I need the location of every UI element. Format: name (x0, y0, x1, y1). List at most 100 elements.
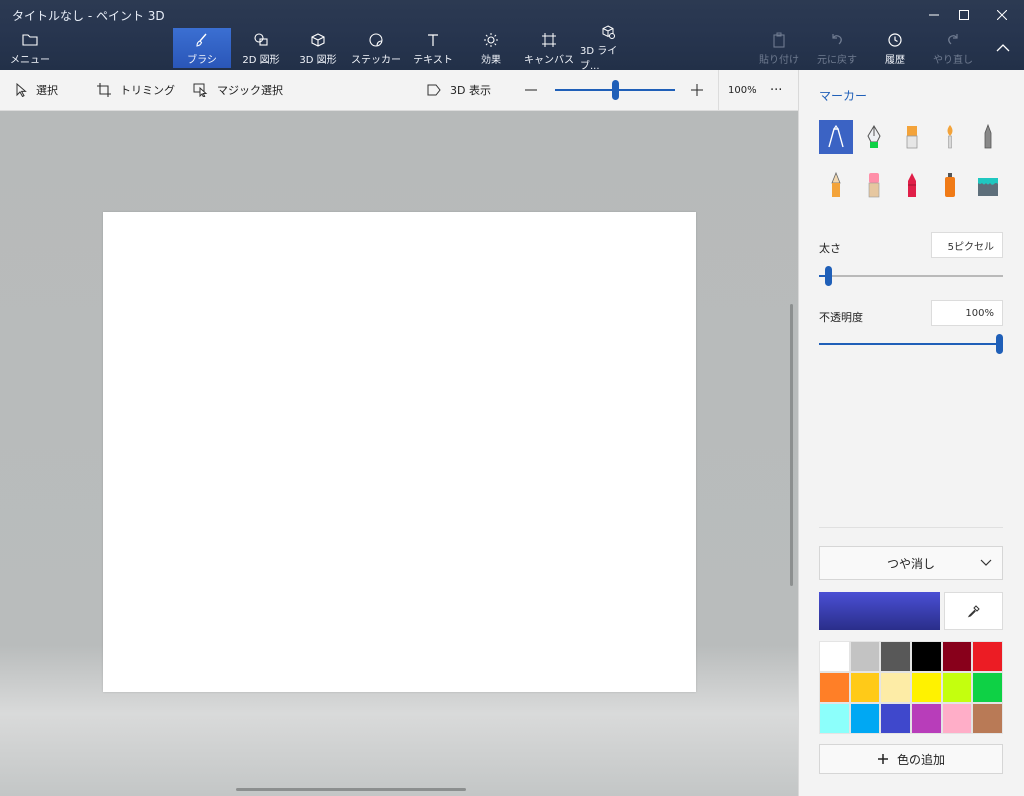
opacity-slider[interactable] (819, 334, 1003, 354)
panel-title: マーカー (819, 89, 868, 103)
color-swatch[interactable] (849, 641, 881, 672)
watercolor-brush[interactable] (933, 120, 967, 154)
text-icon (425, 31, 441, 49)
color-swatch[interactable] (972, 641, 1003, 672)
thickness-label: 太さ (819, 242, 841, 255)
drawing-canvas[interactable] (103, 212, 696, 692)
tab-stickers[interactable]: ステッカー (348, 28, 404, 68)
crop-icon (97, 83, 111, 97)
redo-button[interactable]: やり直し (928, 28, 978, 68)
thickness-track (819, 275, 1003, 277)
tab-label: 2D 図形 (242, 54, 280, 66)
tab-2d-shapes[interactable]: 2D 図形 (233, 28, 289, 68)
color-swatch[interactable] (910, 672, 942, 703)
undo-button[interactable]: 元に戻す (812, 28, 862, 68)
undo-label: 元に戻す (817, 54, 857, 66)
color-swatch[interactable] (941, 641, 973, 672)
horizontal-scrollbar[interactable] (236, 788, 466, 791)
folder-icon (22, 31, 38, 49)
panel-divider (819, 527, 1003, 528)
tab-effects[interactable]: 効果 (463, 28, 519, 68)
color-swatch[interactable] (972, 672, 1003, 703)
more-options-button[interactable]: ··· (770, 70, 782, 110)
calligraphy-pen-icon (867, 125, 881, 148)
paste-button[interactable]: 貼り付け (756, 28, 802, 68)
color-swatch[interactable] (910, 641, 942, 672)
color-swatch[interactable] (910, 703, 942, 734)
opacity-thumb[interactable] (996, 334, 1003, 354)
thickness-thumb[interactable] (824, 266, 832, 286)
paste-label: 貼り付け (759, 54, 799, 66)
opacity-input[interactable]: 100% (931, 300, 1003, 326)
zoom-out-button[interactable] (524, 70, 546, 110)
cursor-icon (16, 83, 27, 97)
magic-select-label: マジック選択 (217, 84, 283, 97)
color-swatch[interactable] (941, 672, 973, 703)
crayon-brush[interactable] (895, 168, 929, 202)
collapse-ribbon-button[interactable] (988, 28, 1018, 68)
crop-tool[interactable]: トリミング (96, 70, 175, 110)
zoom-percent[interactable]: 100% (728, 70, 757, 110)
color-swatch[interactable] (849, 703, 881, 734)
spray-can-icon (945, 173, 955, 197)
tool-panel: マーカー 太さ 5ピクセル 不透明度 100% つや消し 色の追加 (798, 70, 1024, 796)
tab-3d-library[interactable]: 3D ライブ... (580, 25, 636, 72)
color-swatch[interactable] (819, 641, 850, 672)
color-swatch[interactable] (880, 703, 911, 734)
tab-text[interactable]: テキスト (405, 28, 461, 68)
tab-brushes[interactable]: ブラシ (173, 28, 231, 68)
color-swatch[interactable] (972, 703, 1003, 734)
tab-label: ステッカー (351, 54, 401, 66)
close-button[interactable] (980, 0, 1024, 30)
pencil-icon (831, 171, 841, 197)
menu-button[interactable]: メニュー (6, 28, 54, 68)
tab-label: ブラシ (187, 54, 217, 66)
thickness-input[interactable]: 5ピクセル (931, 232, 1003, 258)
select-label: 選択 (36, 84, 58, 97)
thickness-slider[interactable] (819, 266, 1003, 286)
history-button[interactable]: 履歴 (872, 28, 918, 68)
marker-brush[interactable] (819, 120, 853, 154)
spray-can-brush[interactable] (933, 168, 967, 202)
zoom-thumb[interactable] (611, 80, 619, 100)
finish-dropdown[interactable]: つや消し (819, 546, 1003, 580)
eraser-brush[interactable] (857, 168, 891, 202)
redo-icon (945, 31, 961, 49)
oil-brush[interactable] (895, 120, 929, 154)
pencil-brush[interactable] (819, 168, 853, 202)
plus-icon (877, 754, 888, 764)
color-swatch[interactable] (941, 703, 973, 734)
vertical-scrollbar[interactable] (790, 304, 793, 586)
color-swatch[interactable] (819, 672, 850, 703)
window-title: タイトルなし - ペイント 3D (12, 9, 165, 23)
zoom-in-button[interactable] (690, 70, 712, 110)
color-swatch[interactable] (819, 703, 850, 734)
color-palette (819, 641, 1003, 734)
paste-icon (771, 31, 787, 49)
eraser-icon (868, 173, 880, 198)
title-bar: タイトルなし - ペイント 3D メニュー ブラシ 2D 図形 3D 図形 ステ… (0, 0, 1024, 72)
maximize-icon (959, 10, 969, 20)
select-tool[interactable]: 選択 (14, 70, 58, 110)
current-color-swatch[interactable] (819, 592, 940, 630)
opacity-fill (819, 343, 1003, 345)
view-3d-label: 3D 表示 (450, 84, 491, 97)
magic-select-icon (193, 83, 208, 97)
color-swatch[interactable] (849, 672, 881, 703)
tab-3d-shapes[interactable]: 3D 図形 (290, 28, 346, 68)
view-3d-toggle[interactable]: 3D 表示 (426, 70, 491, 110)
eyedropper-button[interactable] (944, 592, 1003, 630)
shapes-2d-icon (253, 31, 269, 49)
opacity-label: 不透明度 (819, 311, 863, 324)
zoom-slider[interactable] (555, 80, 675, 100)
tab-label: テキスト (413, 54, 453, 66)
pixel-pen-brush[interactable] (971, 120, 1005, 154)
tab-canvas[interactable]: キャンバス (521, 28, 577, 68)
color-swatch[interactable] (880, 641, 911, 672)
calligraphy-pen-brush[interactable] (857, 120, 891, 154)
fill-bucket-brush[interactable] (971, 168, 1005, 202)
color-swatch[interactable] (880, 672, 911, 703)
add-color-button[interactable]: 色の追加 (819, 744, 1003, 774)
magic-select-tool[interactable]: マジック選択 (193, 70, 283, 110)
history-label: 履歴 (885, 54, 905, 66)
